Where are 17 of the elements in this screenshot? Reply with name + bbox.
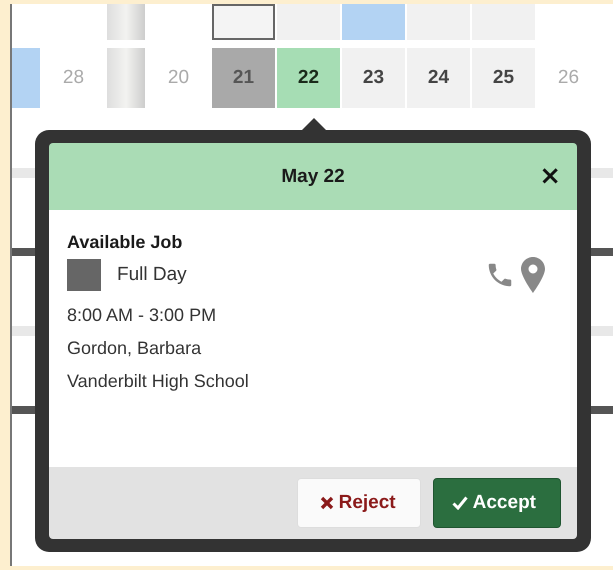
x-icon	[320, 496, 334, 510]
calendar-day[interactable]: 22	[277, 48, 340, 108]
accept-button[interactable]: Accept	[432, 478, 561, 528]
employee-name: Gordon, Barbara	[67, 338, 202, 359]
job-time: 8:00 AM - 3:00 PM	[67, 305, 218, 326]
job-type-label: Full Day	[117, 264, 187, 286]
school-name: Vanderbilt High School	[67, 371, 250, 392]
checkmark-icon	[452, 496, 468, 510]
job-type-swatch	[67, 259, 101, 291]
calendar-day[interactable]: 23	[342, 48, 405, 108]
close-button[interactable]: ×	[535, 163, 565, 189]
popup-title: May 22	[281, 166, 345, 188]
calendar-day[interactable]: 25	[472, 48, 535, 108]
calendar-day[interactable]: 24	[407, 48, 470, 108]
reject-button[interactable]: Reject	[296, 478, 421, 528]
map-pin-icon[interactable]	[521, 257, 545, 293]
job-title: Available Job	[67, 232, 184, 253]
